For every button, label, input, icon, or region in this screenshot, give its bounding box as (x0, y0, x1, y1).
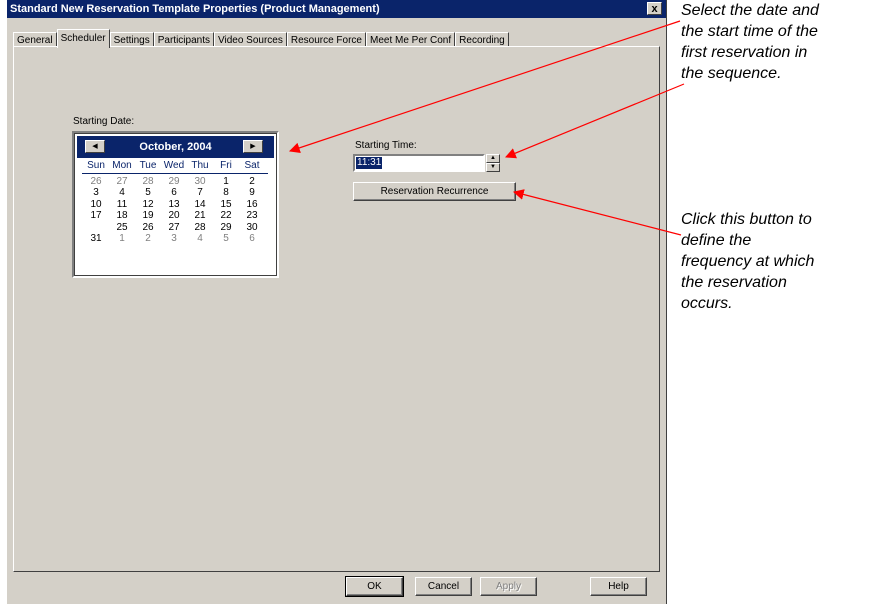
tab-scheduler[interactable]: Scheduler (56, 29, 110, 48)
arrow-to-time (505, 83, 685, 159)
callout-arrows (288, 20, 685, 236)
arrow-to-recurrence (512, 189, 682, 236)
arrow-to-calendar (288, 20, 681, 154)
